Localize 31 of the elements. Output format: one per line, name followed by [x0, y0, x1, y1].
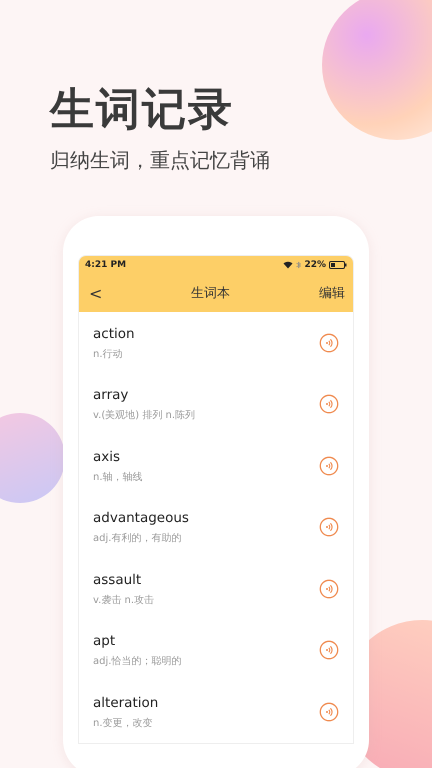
subtitle: 归纳生词，重点记忆背诵: [50, 147, 271, 174]
speaker-icon[interactable]: [319, 332, 339, 353]
speaker-icon[interactable]: [319, 456, 339, 476]
battery-percent: 22%: [304, 260, 326, 270]
nav-title: 生词本: [191, 285, 230, 302]
word-meaning: n.变更，改变: [93, 716, 154, 730]
word[interactable]: axis: [93, 448, 143, 466]
word[interactable]: advantageous: [93, 509, 189, 528]
word-meaning: adj.恰当的；聪明的: [93, 654, 182, 668]
battery-icon: [329, 261, 347, 269]
word[interactable]: alteration: [93, 694, 158, 712]
speaker-icon[interactable]: [319, 517, 339, 538]
headline: 生词记录: [50, 83, 235, 137]
word[interactable]: action: [93, 324, 135, 343]
bluetooth-icon: [296, 261, 302, 269]
word-meaning: v.(美观地) 排列 n.陈列: [93, 408, 195, 422]
status-time: 4:21 PM: [85, 260, 126, 270]
word-meaning: v.袭击 n.攻击: [93, 594, 154, 607]
edit-button[interactable]: 编辑: [319, 284, 345, 302]
word-meaning: n.行动: [93, 348, 124, 361]
back-button[interactable]: <: [89, 284, 102, 302]
word-meaning: n.轴，轴线: [93, 470, 143, 484]
speaker-icon[interactable]: [319, 702, 339, 722]
speaker-icon[interactable]: [319, 640, 339, 660]
speaker-icon[interactable]: [319, 578, 339, 599]
word[interactable]: assault: [93, 570, 154, 589]
word-meaning: adj.有利的，有助的: [93, 532, 182, 546]
speaker-icon[interactable]: [319, 394, 339, 414]
wifi-icon: [283, 261, 294, 269]
word[interactable]: array: [93, 386, 195, 404]
word[interactable]: apt: [93, 632, 182, 650]
